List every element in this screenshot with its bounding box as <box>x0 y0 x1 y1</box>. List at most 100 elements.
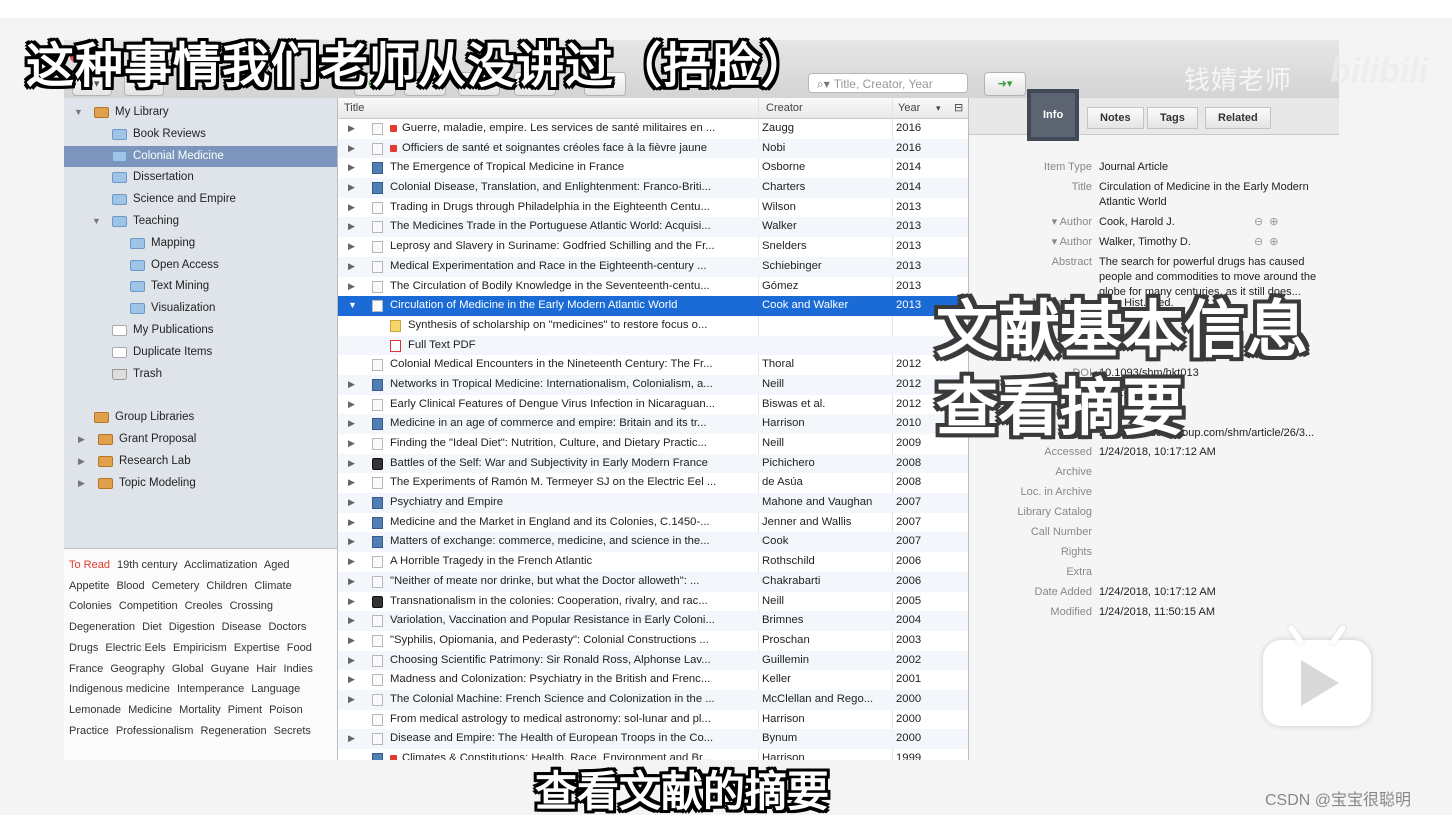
item-row[interactable]: ▶ Transnationalism in the colonies: Coope… <box>338 592 968 612</box>
disclosure-closed-icon[interactable]: ▶ <box>78 473 88 495</box>
info-field-value[interactable]: Cook, Harold J. <box>1099 215 1249 230</box>
tag-item[interactable]: Blood <box>116 580 144 592</box>
tag-item[interactable]: Doctors <box>268 621 306 633</box>
disclosure-closed-icon[interactable]: ▶ <box>348 119 355 139</box>
item-row[interactable]: ▶ Disease and Empire: The Health of Europ… <box>338 729 968 749</box>
tag-item[interactable]: Practice <box>69 725 109 737</box>
item-row[interactable]: ▶ Leprosy and Slavery in Suriname: Godfri… <box>338 237 968 257</box>
attachment-row[interactable]: Synthesis of scholarship on "medicines" … <box>338 316 968 336</box>
locate-button[interactable]: ➜▾ <box>984 72 1026 96</box>
item-row[interactable]: ▶ Madness and Colonization: Psychiatry in… <box>338 670 968 690</box>
item-row[interactable]: ▶ Psychiatry and Empire Mahone and Vaughan… <box>338 493 968 513</box>
sidebar-item[interactable]: My Publications <box>64 320 337 342</box>
info-field-value[interactable]: Walker, Timothy D. <box>1099 235 1249 250</box>
disclosure-closed-icon[interactable]: ▶ <box>348 139 355 159</box>
tag-item[interactable]: Piment <box>228 704 262 716</box>
tag-item[interactable]: Crossing <box>230 600 273 612</box>
sidebar-item[interactable]: Trash <box>64 364 337 386</box>
info-field-value[interactable]: Circulation of Medicine in the Early Mod… <box>1099 180 1327 210</box>
tag-item[interactable]: Appetite <box>69 580 109 592</box>
sidebar-item[interactable]: Text Mining <box>64 276 337 298</box>
item-row[interactable]: ▶ A Horrible Tragedy in the French Atlant… <box>338 552 968 572</box>
sidebar-item[interactable]: ▼ My Library <box>64 102 337 124</box>
tag-item[interactable]: Mortality <box>179 704 221 716</box>
tag-item[interactable]: Medicine <box>128 704 172 716</box>
disclosure-open-icon[interactable]: ▼ <box>92 211 102 233</box>
disclosure-closed-icon[interactable]: ▶ <box>348 217 355 237</box>
tag-item[interactable]: Secrets <box>274 725 311 737</box>
info-field-value[interactable]: 1/24/2018, 10:17:12 AM <box>1099 585 1327 600</box>
item-row[interactable]: ▶ The Emergence of Tropical Medicine in F… <box>338 158 968 178</box>
tag-item[interactable]: Regeneration <box>201 725 267 737</box>
disclosure-closed-icon[interactable]: ▶ <box>348 572 355 592</box>
tab-info[interactable]: Info <box>1027 89 1080 141</box>
column-title[interactable]: Title <box>344 98 364 118</box>
disclosure-closed-icon[interactable]: ▶ <box>78 451 88 473</box>
tag-item[interactable]: Language <box>251 683 300 695</box>
item-row[interactable]: ▶ Finding the "Ideal Diet": Nutrition, Cu… <box>338 434 968 454</box>
sidebar-item[interactable]: Visualization <box>64 298 337 320</box>
item-row[interactable]: ▶ "Syphilis, Opiomania, and Pederasty": C… <box>338 631 968 651</box>
tag-item[interactable]: Lemonade <box>69 704 121 716</box>
tag-item[interactable]: Geography <box>110 663 164 675</box>
column-year[interactable]: Year <box>898 98 920 118</box>
tag-item[interactable]: Creoles <box>185 600 223 612</box>
tab-tags[interactable]: Tags <box>1147 107 1198 129</box>
sidebar-item[interactable]: Colonial Medicine <box>64 145 337 168</box>
disclosure-closed-icon[interactable]: ▶ <box>348 651 355 671</box>
sidebar-item[interactable]: Science and Empire <box>64 189 337 211</box>
tag-item[interactable]: France <box>69 663 103 675</box>
item-row[interactable]: ▶ Officiers de santé et soignantes créole… <box>338 138 968 159</box>
info-field-value[interactable]: 1/24/2018, 11:50:15 AM <box>1099 605 1327 620</box>
item-row[interactable]: ▶ Matters of exchange: commerce, medicine… <box>338 532 968 553</box>
tag-item[interactable]: Guyane <box>211 663 250 675</box>
tag-item[interactable]: Diet <box>142 621 162 633</box>
disclosure-closed-icon[interactable]: ▶ <box>348 670 355 690</box>
tag-item[interactable]: Intemperance <box>177 683 244 695</box>
item-row[interactable]: ▶ Variolation, Vaccination and Popular Re… <box>338 611 968 631</box>
disclosure-closed-icon[interactable]: ▶ <box>348 592 355 612</box>
tab-related[interactable]: Related <box>1205 107 1271 129</box>
tab-notes[interactable]: Notes <box>1087 107 1144 129</box>
item-row[interactable]: ▶ Medicine and the Market in England and … <box>338 513 968 533</box>
column-picker-icon[interactable]: ⊟ <box>954 98 963 118</box>
item-row[interactable]: ▶ The Circulation of Bodily Knowledge in … <box>338 277 968 297</box>
disclosure-closed-icon[interactable]: ▶ <box>78 429 88 451</box>
sidebar-item[interactable]: Duplicate Items <box>64 342 337 364</box>
tag-item[interactable]: Aged <box>264 559 290 571</box>
tag-item[interactable]: 19th century <box>117 559 178 571</box>
disclosure-closed-icon[interactable]: ▶ <box>348 375 355 395</box>
tag-item[interactable]: Degeneration <box>69 621 135 633</box>
sidebar-item[interactable]: ▼ Teaching <box>64 211 337 233</box>
column-creator[interactable]: Creator <box>766 98 803 118</box>
tag-item[interactable]: Global <box>172 663 204 675</box>
disclosure-closed-icon[interactable]: ▶ <box>348 690 355 710</box>
disclosure-closed-icon[interactable]: ▶ <box>348 198 355 218</box>
sidebar-item[interactable]: ▶ Grant Proposal <box>64 429 337 451</box>
search-input[interactable]: ⌕▾ Title, Creator, Year <box>808 73 968 93</box>
disclosure-open-icon[interactable]: ▼ <box>348 296 357 316</box>
sidebar-item[interactable]: Mapping <box>64 233 337 255</box>
tag-item[interactable]: Disease <box>222 621 262 633</box>
tag-item[interactable]: Electric Eels <box>105 642 166 654</box>
tag-item[interactable]: Digestion <box>169 621 215 633</box>
item-row[interactable]: ▶ "Neither of meate nor drinke, but what … <box>338 571 968 592</box>
tag-item[interactable]: To Read <box>69 559 110 571</box>
item-row[interactable]: ▼ Circulation of Medicine in the Early Mo… <box>338 296 968 316</box>
sidebar-item[interactable]: ▶ Topic Modeling <box>64 473 337 495</box>
item-row[interactable]: ▶ Medicine in an age of commerce and empi… <box>338 414 968 434</box>
disclosure-closed-icon[interactable]: ▶ <box>348 257 355 277</box>
tag-item[interactable]: Acclimatization <box>184 559 257 571</box>
disclosure-closed-icon[interactable]: ▶ <box>348 473 355 493</box>
tag-item[interactable]: Children <box>206 580 247 592</box>
sidebar-item[interactable]: Book Reviews <box>64 124 337 146</box>
disclosure-closed-icon[interactable]: ▶ <box>348 434 355 454</box>
sidebar-item[interactable]: Group Libraries <box>64 407 337 429</box>
disclosure-closed-icon[interactable]: ▶ <box>348 532 355 552</box>
tag-item[interactable]: Competition <box>119 600 178 612</box>
disclosure-closed-icon[interactable]: ▶ <box>348 729 355 749</box>
item-row[interactable]: ▶ Networks in Tropical Medicine: Internat… <box>338 374 968 395</box>
tag-item[interactable]: Climate <box>254 580 291 592</box>
tag-item[interactable]: Food <box>287 642 312 654</box>
author-remove-add-icon[interactable]: ⊖⊕ <box>1254 235 1284 250</box>
